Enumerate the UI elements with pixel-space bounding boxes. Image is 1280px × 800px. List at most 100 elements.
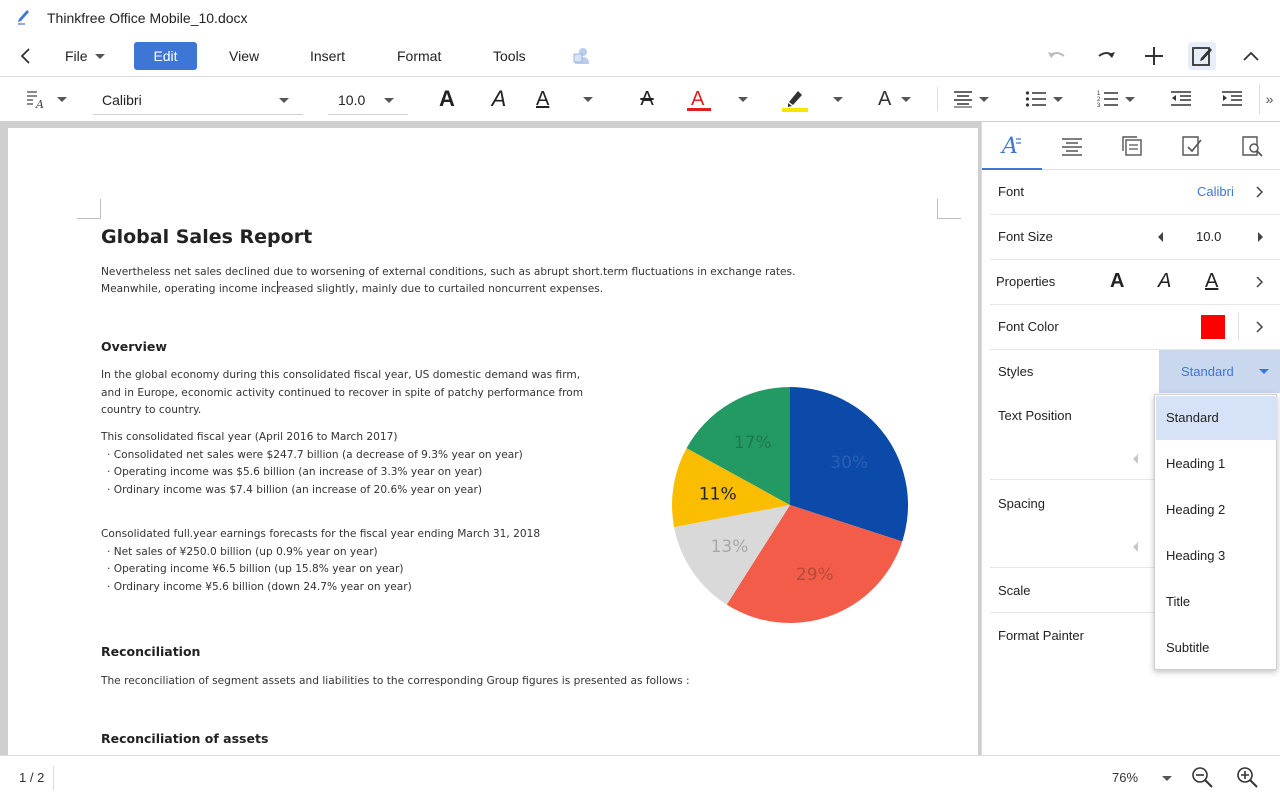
overview-p3-line: Consolidated full.year earnings forecast… <box>101 528 541 540</box>
overview-p2-line: · Consolidated net sales were $247.7 bil… <box>107 448 523 461</box>
overview-heading: Overview <box>101 339 167 354</box>
chevron-down-icon <box>95 54 106 59</box>
underline-icon[interactable]: A <box>1205 271 1218 291</box>
text-effect-button[interactable]: A <box>878 85 924 113</box>
tab-find[interactable] <box>1222 122 1280 170</box>
highlight-button[interactable] <box>781 85 845 113</box>
font-size-value: 10.0 <box>1196 229 1222 244</box>
tab-review[interactable] <box>1162 122 1222 170</box>
style-option-subtitle[interactable]: Subtitle <box>1156 626 1277 670</box>
doc-intro-line1: Nevertheless net sales declined due to w… <box>101 266 796 278</box>
style-option-heading-3[interactable]: Heading 3 <box>1156 534 1277 578</box>
properties-label: Properties <box>996 274 1056 289</box>
strikethrough-icon: A <box>640 88 654 110</box>
row-divider <box>1238 313 1239 341</box>
increase-indent-button[interactable] <box>1219 85 1245 113</box>
overview-p3-line: · Ordinary income ¥5.6 billion (down 24.… <box>107 580 412 593</box>
menu-file[interactable]: File <box>65 42 106 70</box>
document-page[interactable]: Global Sales Report Nevertheless net sal… <box>8 128 978 755</box>
pen-icon <box>16 9 30 30</box>
chevron-down-icon <box>979 96 989 102</box>
underline-button[interactable]: A <box>536 85 596 113</box>
style-option-standard[interactable]: Standard <box>1156 396 1277 440</box>
zoom-select[interactable]: 76% <box>1104 766 1176 792</box>
chevron-down-icon <box>1053 96 1063 102</box>
zoom-in-button[interactable] <box>1235 765 1261 791</box>
chevron-right-icon <box>1255 185 1265 199</box>
page-indicator: 1 / 2 <box>19 770 45 785</box>
style-option-heading-1[interactable]: Heading 1 <box>1156 442 1277 486</box>
italic-icon: A <box>491 86 507 111</box>
strikethrough-button[interactable]: A <box>634 85 660 113</box>
row-divider <box>990 479 1160 480</box>
menu-insert[interactable]: Insert <box>310 42 345 70</box>
overview-p1-line: country to country. <box>101 404 202 416</box>
styles-value: Standard <box>1181 364 1234 379</box>
align-button[interactable] <box>953 85 995 113</box>
back-arrow-icon[interactable] <box>12 42 40 70</box>
svg-text:A: A <box>35 98 44 109</box>
bullet-list-icon <box>1025 91 1046 107</box>
increase-size-icon[interactable] <box>1255 230 1265 244</box>
chevron-left-icon[interactable] <box>1131 452 1141 466</box>
document-area[interactable]: Global Sales Report Nevertheless net sal… <box>0 122 981 755</box>
edit-mode-icon[interactable] <box>1188 42 1216 70</box>
collapse-up-icon[interactable] <box>1237 42 1265 70</box>
pie-data-label: 13% <box>711 537 749 557</box>
properties-row: Properties A A A <box>990 260 1280 305</box>
overview-p2-line: This consolidated fiscal year (April 201… <box>101 431 398 443</box>
chevron-down-icon <box>833 96 843 102</box>
style-option-heading-2[interactable]: Heading 2 <box>1156 488 1277 532</box>
undo-icon[interactable] <box>1043 42 1071 70</box>
styles-select[interactable]: Standard <box>1159 350 1280 393</box>
font-color-swatch[interactable] <box>1201 315 1225 339</box>
format-painter-label[interactable]: Format Painter <box>998 628 1084 643</box>
toolbar-divider <box>937 87 938 111</box>
italic-button[interactable]: A <box>486 85 512 113</box>
font-size-select[interactable]: 10.0 <box>328 85 408 115</box>
more-button[interactable]: » <box>1259 84 1279 114</box>
menu-tools[interactable]: Tools <box>493 42 526 70</box>
highlight-icon <box>782 91 808 112</box>
row-divider <box>990 567 1160 568</box>
chevron-down-icon <box>57 96 67 102</box>
increase-indent-icon <box>1222 91 1242 106</box>
pie-chart[interactable]: 30% 29% 13% 11% 17% <box>668 383 912 627</box>
font-row[interactable]: Font Calibri <box>990 170 1280 215</box>
tab-paragraph[interactable] <box>1042 122 1102 170</box>
tab-font-format[interactable]: A <box>982 122 1042 170</box>
font-color-button[interactable]: A <box>686 85 748 113</box>
zoom-out-button[interactable] <box>1190 765 1216 791</box>
layout-icon <box>1122 136 1142 156</box>
row-divider <box>990 612 1160 613</box>
chevron-right-icon[interactable] <box>1255 275 1265 289</box>
bold-button[interactable]: A <box>434 85 460 113</box>
decrease-size-icon[interactable] <box>1156 230 1166 244</box>
italic-icon[interactable]: A <box>1158 271 1171 291</box>
decrease-indent-button[interactable] <box>1168 85 1194 113</box>
bold-icon[interactable]: A <box>1110 271 1124 291</box>
font-value: Calibri <box>1197 184 1234 199</box>
font-name-select[interactable]: Calibri <box>93 85 303 115</box>
document-title: Thinkfree Office Mobile_10.docx <box>47 10 248 26</box>
underline-icon: A <box>536 88 550 110</box>
zoom-in-icon <box>1237 767 1258 788</box>
collaboration-icon[interactable] <box>567 42 595 70</box>
pie-data-label: 11% <box>699 485 737 505</box>
style-option-title[interactable]: Title <box>1156 580 1277 624</box>
font-color-row[interactable]: Font Color <box>990 305 1280 350</box>
style-button[interactable]: A <box>22 85 70 113</box>
menu-edit[interactable]: Edit <box>134 42 197 70</box>
menu-bar: File Edit View Insert Format Tools <box>0 36 1280 77</box>
add-icon[interactable] <box>1140 42 1168 70</box>
menu-format[interactable]: Format <box>397 42 441 70</box>
numbered-list-button[interactable]: 123 <box>1097 85 1139 113</box>
svg-text:A: A <box>691 88 705 110</box>
bullet-list-button[interactable] <box>1025 85 1067 113</box>
doc-intro-line2: Meanwhile, operating income increased sl… <box>101 281 603 299</box>
align-icon <box>954 91 972 108</box>
redo-icon[interactable] <box>1092 42 1120 70</box>
chevron-left-icon[interactable] <box>1131 540 1141 554</box>
menu-view[interactable]: View <box>229 42 259 70</box>
tab-layout[interactable] <box>1102 122 1162 170</box>
